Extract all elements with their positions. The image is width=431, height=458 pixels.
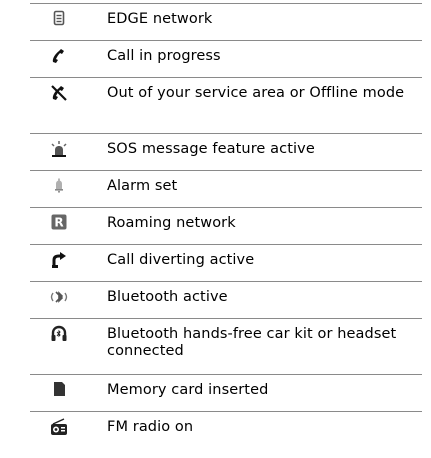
memory-card-icon [30, 375, 88, 397]
table-row: SOS message feature active [30, 134, 422, 171]
table-row: R Roaming network [30, 208, 422, 245]
bluetooth-active-icon [30, 282, 88, 306]
call-divert-icon [30, 245, 88, 269]
table-row: Out of your service area or Offline mode [30, 78, 422, 134]
row-description: Memory card inserted [107, 382, 269, 398]
call-in-progress-icon [30, 41, 88, 65]
row-description: SOS message feature active [107, 141, 315, 157]
row-description: Bluetooth hands-free car kit or headset … [107, 326, 397, 359]
row-description: Out of your service area or Offline mode [107, 85, 405, 101]
table-row: Alarm set [30, 171, 422, 208]
table-row: FM radio on [30, 412, 422, 449]
row-description: Call in progress [107, 48, 221, 64]
row-description: FM radio on [107, 419, 194, 435]
edge-network-icon [30, 4, 88, 26]
bluetooth-headset-icon [30, 319, 88, 343]
table-row: Call diverting active [30, 245, 422, 282]
row-description: Alarm set [107, 178, 178, 194]
table-row: Bluetooth active [30, 282, 422, 319]
table-row: EDGE network [30, 4, 422, 41]
alarm-bell-icon [30, 171, 88, 193]
row-description: EDGE network [107, 11, 213, 27]
table-row: Memory card inserted [30, 375, 422, 412]
sos-message-icon [30, 134, 88, 158]
roaming-network-icon: R [30, 208, 88, 230]
row-description: Bluetooth active [107, 289, 228, 305]
row-description: Roaming network [107, 215, 236, 231]
table-row: Bluetooth hands-free car kit or headset … [30, 319, 422, 375]
out-of-service-icon [30, 78, 88, 102]
table-row: Call in progress [30, 41, 422, 78]
svg-text:R: R [54, 216, 63, 230]
row-description: Call diverting active [107, 252, 255, 268]
fm-radio-icon [30, 412, 88, 436]
status-icon-table: EDGE network Call in progress Out of you… [30, 3, 422, 449]
